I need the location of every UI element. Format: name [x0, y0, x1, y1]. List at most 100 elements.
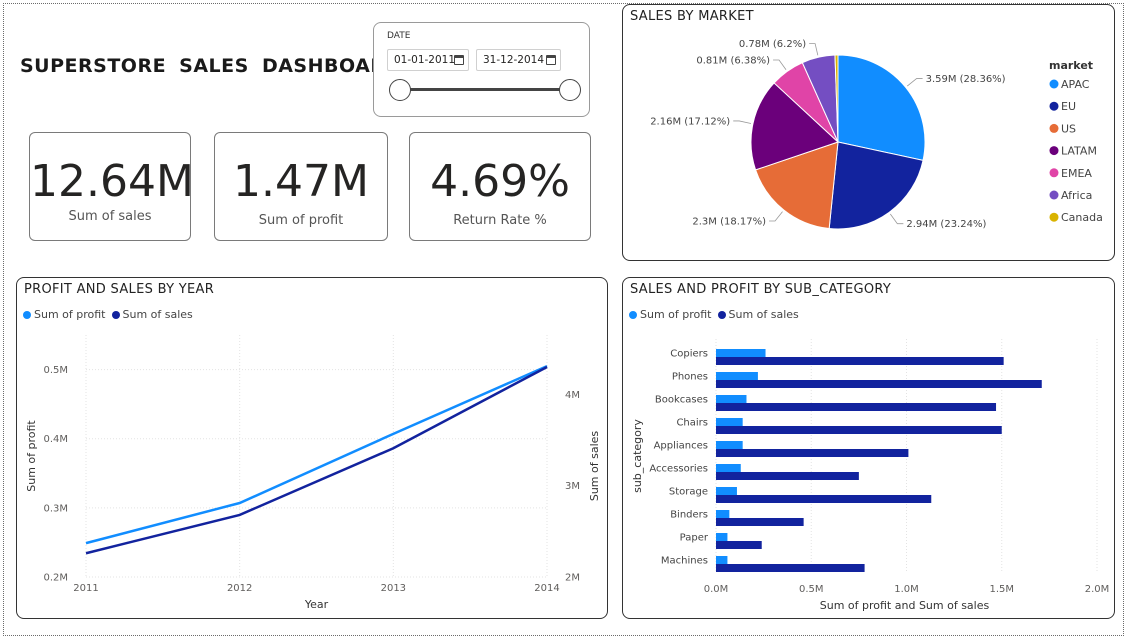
- bar-profit[interactable]: [716, 487, 737, 495]
- legend-dot: [1049, 190, 1059, 200]
- start-date-value: 01-01-2011: [394, 54, 456, 66]
- legend-dot: [1049, 101, 1059, 111]
- bar-sales[interactable]: [716, 541, 762, 549]
- kpi-value: 1.47M: [233, 156, 369, 207]
- end-date-value: 31-12-2014: [483, 54, 545, 66]
- pie-data-label: 0.81M (6.38%): [696, 55, 770, 66]
- line-series-profit[interactable]: [85, 364, 548, 545]
- x-tick-label: 2.0M: [1085, 584, 1110, 595]
- bar-sales[interactable]: [716, 426, 1002, 434]
- legend-label-emea: EMEA: [1061, 167, 1092, 180]
- category-label: Machines: [661, 556, 708, 567]
- bar-sales[interactable]: [716, 472, 859, 480]
- kpi-value: 12.64M: [30, 156, 194, 207]
- category-label: Storage: [669, 487, 708, 498]
- slicer-label: DATE: [387, 31, 411, 41]
- x-tick-label: 2014: [534, 583, 559, 594]
- legend-label-eu: EU: [1061, 100, 1076, 113]
- x-tick-label: 2011: [73, 583, 98, 594]
- legend-title: market: [1049, 59, 1093, 72]
- x-tick-label: 2013: [381, 583, 406, 594]
- bar-profit[interactable]: [716, 372, 758, 380]
- y2-axis-title: Sum of sales: [588, 431, 601, 502]
- x-tick-label: 0.0M: [704, 584, 729, 595]
- legend-label-latam: LATAM: [1061, 145, 1097, 158]
- bar-profit[interactable]: [716, 418, 743, 426]
- legend-dot: [1049, 123, 1059, 133]
- date-range-track[interactable]: [400, 88, 570, 91]
- kpi-label: Sum of sales: [68, 209, 152, 224]
- pie-data-label: 0.78M (6.2%): [739, 39, 806, 50]
- bar-profit[interactable]: [716, 510, 730, 518]
- pie-data-label: 2.16M (17.12%): [650, 116, 730, 127]
- line-chart[interactable]: 0.2M 0.3M 0.4M 0.5M 2011 2012 2013 2014 2M 3M 4M Ye…: [17, 278, 608, 619]
- kpi-value: 4.69%: [430, 156, 570, 207]
- bar-sales[interactable]: [716, 403, 997, 411]
- pie-leader-line: [769, 211, 783, 222]
- y2-tick-label: 4M: [565, 390, 580, 401]
- y-axis-title: Sum of profit: [25, 420, 38, 492]
- kpi-card-return-rate: 4.69% Return Rate %: [409, 132, 591, 241]
- legend-dot: [1049, 168, 1059, 178]
- kpi-label: Sum of profit: [258, 213, 344, 228]
- kpi-label: Return Rate %: [453, 213, 547, 228]
- pie-data-label: 2.3M (18.17%): [692, 216, 766, 227]
- start-date-input[interactable]: 01-01-2011: [387, 49, 469, 71]
- x-tick-label: 2012: [227, 583, 252, 594]
- bar-profit[interactable]: [716, 395, 747, 403]
- y-tick-label: 0.3M: [43, 503, 68, 514]
- y-tick-label: 0.2M: [43, 573, 68, 584]
- x-axis-title: Sum of profit and Sum of sales: [820, 599, 990, 612]
- x-tick-label: 0.5M: [799, 584, 824, 595]
- pie-leader-line: [773, 59, 787, 70]
- bar-chart[interactable]: 0.0M 0.5M 1.0M 1.5M 2.0M Copiers Phones Bookcas…: [623, 278, 1115, 619]
- bar-profit[interactable]: [716, 349, 766, 357]
- legend-dot: [1049, 212, 1059, 222]
- y2-tick-label: 3M: [565, 481, 580, 492]
- pie-leader-line: [906, 78, 923, 87]
- legend-label-africa: Africa: [1061, 189, 1092, 202]
- sales-profit-by-subcategory-panel[interactable]: SALES AND PROFIT BY SUB_CATEGORY Sum of …: [622, 277, 1115, 619]
- date-slicer[interactable]: DATE 01-01-2011 31-12-2014: [373, 22, 590, 117]
- bar-profit[interactable]: [716, 441, 743, 449]
- kpi-card-profit: 1.47M Sum of profit: [214, 132, 388, 241]
- kpi-card-sales: 12.64M Sum of sales: [29, 132, 194, 241]
- bar-sales[interactable]: [716, 518, 804, 526]
- category-label: Phones: [672, 372, 708, 383]
- category-label: Appliances: [654, 441, 708, 452]
- pie-leader-line: [809, 43, 819, 56]
- category-label: Copiers: [670, 349, 708, 360]
- bar-profit[interactable]: [716, 556, 728, 564]
- legend-label-canada: Canada: [1061, 211, 1103, 224]
- profit-sales-by-year-panel[interactable]: PROFIT AND SALES BY YEAR Sum of profit S…: [16, 277, 608, 619]
- bar-sales[interactable]: [716, 380, 1042, 388]
- x-tick-label: 1.5M: [989, 584, 1014, 595]
- legend-dot: [1049, 146, 1059, 156]
- range-end-handle[interactable]: [559, 79, 581, 101]
- legend-dot: [1049, 79, 1059, 89]
- calendar-icon[interactable]: [546, 55, 556, 65]
- y2-tick-label: 2M: [565, 573, 580, 584]
- calendar-icon[interactable]: [454, 55, 464, 65]
- x-tick-label: 1.0M: [894, 584, 919, 595]
- sales-by-market-panel[interactable]: SALES BY MARKET 3.59M (28.36%) 2.94M (23.…: [622, 4, 1115, 261]
- pie-data-label: 2.94M (23.24%): [906, 219, 986, 230]
- bar-sales[interactable]: [716, 357, 1004, 365]
- pie-chart[interactable]: 3.59M (28.36%) 2.94M (23.24%) 2.3M (18.17%…: [623, 5, 1115, 261]
- range-start-handle[interactable]: [389, 79, 411, 101]
- bar-sales[interactable]: [716, 449, 909, 457]
- y-tick-label: 0.5M: [43, 365, 68, 376]
- x-axis-title: Year: [304, 598, 329, 611]
- category-label: Paper: [680, 533, 709, 544]
- bar-profit[interactable]: [716, 464, 741, 472]
- dashboard-title: SUPERSTORE SALES DASHBOARD: [20, 55, 402, 77]
- bar-profit[interactable]: [716, 533, 728, 541]
- bar-sales[interactable]: [716, 495, 932, 503]
- legend-label-us: US: [1061, 122, 1076, 135]
- end-date-input[interactable]: 31-12-2014: [476, 49, 561, 71]
- legend-label-apac: APAC: [1061, 78, 1090, 91]
- pie-data-label: 3.59M (28.36%): [926, 74, 1006, 85]
- category-label: Binders: [670, 510, 708, 521]
- bar-sales[interactable]: [716, 564, 865, 572]
- y-axis-title: sub_category: [631, 419, 644, 493]
